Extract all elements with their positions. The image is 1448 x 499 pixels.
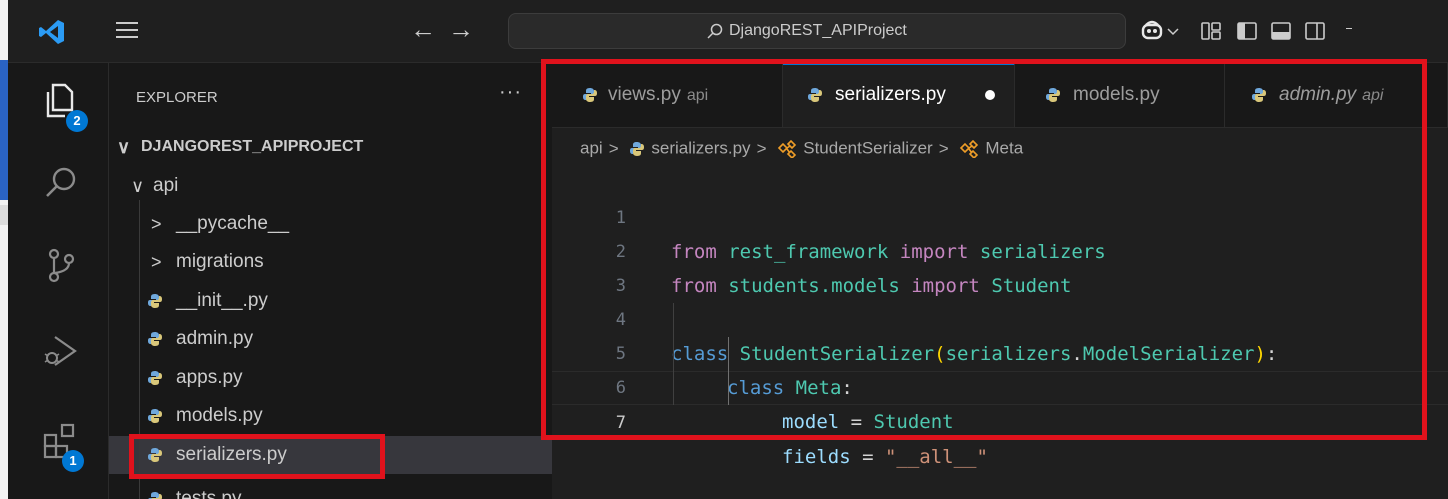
arrow-right-icon[interactable]: →	[448, 14, 474, 44]
file-admin[interactable]: admin.py	[109, 320, 552, 358]
tree-item-label: apps.py	[176, 367, 243, 388]
command-center-search[interactable]: DjangoREST_APIProject	[508, 13, 1126, 49]
vscode-window: ← → DjangoREST_APIProject 2 1 EXPLORER ·…	[0, 0, 1448, 499]
python-file-icon	[148, 409, 162, 423]
toggle-panel-icon[interactable]	[1270, 18, 1292, 44]
background-window-edge	[0, 0, 8, 499]
more-actions-button[interactable]: ···	[499, 81, 522, 104]
python-file-icon	[148, 294, 162, 308]
chevron-down-icon: ∨	[117, 137, 131, 157]
tree-item-label: __init__.py	[176, 290, 268, 311]
tree-item-label: models.py	[176, 405, 263, 426]
arrow-left-icon[interactable]: ←	[410, 14, 436, 44]
file-models[interactable]: models.py	[109, 397, 552, 435]
run-and-debug-icon[interactable]	[41, 331, 81, 371]
tree-item-label: __pycache__	[176, 213, 290, 234]
extensions-badge: 1	[62, 450, 84, 472]
source-control-icon[interactable]	[41, 245, 81, 285]
title-bar: ← → DjangoREST_APIProject	[8, 0, 1448, 63]
customize-layout-icon[interactable]	[1200, 18, 1222, 44]
folder-migrations[interactable]: > migrations	[109, 243, 552, 281]
search-text: DjangoREST_APIProject	[729, 22, 907, 39]
chevron-right-icon: >	[151, 252, 162, 272]
workspace-root-label: DJANGOREST_APIPROJECT	[141, 138, 364, 155]
file-apps[interactable]: apps.py	[109, 359, 552, 397]
explorer-badge: 2	[66, 110, 88, 132]
search-icon[interactable]	[41, 163, 81, 203]
chevron-down-icon: ∨	[131, 176, 145, 196]
python-file-icon	[148, 371, 162, 385]
file-init[interactable]: __init__.py	[109, 282, 552, 320]
tree-item-label: migrations	[176, 251, 264, 272]
tree-item-label: tests.py	[176, 488, 242, 499]
highlight-box-serializers-file	[129, 434, 385, 479]
folder-pycache[interactable]: > __pycache__	[109, 205, 552, 243]
folder-api[interactable]: ∨ api	[109, 167, 552, 205]
workspace-root[interactable]: ∨ DJANGOREST_APIPROJECT	[109, 128, 552, 166]
toggle-secondary-sidebar-icon[interactable]	[1304, 18, 1326, 44]
activity-bar: 2 1	[8, 63, 109, 499]
code-token: =	[850, 446, 885, 468]
highlight-box-editor	[541, 59, 1427, 440]
code-token: fields	[782, 446, 851, 468]
copilot-icon[interactable]	[1140, 18, 1164, 44]
chevron-right-icon: >	[151, 214, 162, 234]
menu-icon[interactable]	[116, 22, 138, 40]
python-file-icon	[148, 492, 162, 499]
chevron-down-icon[interactable]	[1166, 18, 1180, 44]
search-icon	[707, 23, 723, 39]
vscode-logo-icon	[39, 20, 64, 44]
code-token: "__all__"	[884, 446, 988, 468]
tree-item-label: admin.py	[176, 328, 254, 349]
python-file-icon	[148, 332, 162, 346]
tree-item-label: api	[153, 175, 179, 196]
toggle-primary-sidebar-icon[interactable]	[1236, 18, 1258, 44]
explorer-title: EXPLORER	[136, 89, 218, 106]
minimize-icon[interactable]	[1346, 28, 1352, 29]
file-tests[interactable]: tests.py	[109, 480, 552, 499]
